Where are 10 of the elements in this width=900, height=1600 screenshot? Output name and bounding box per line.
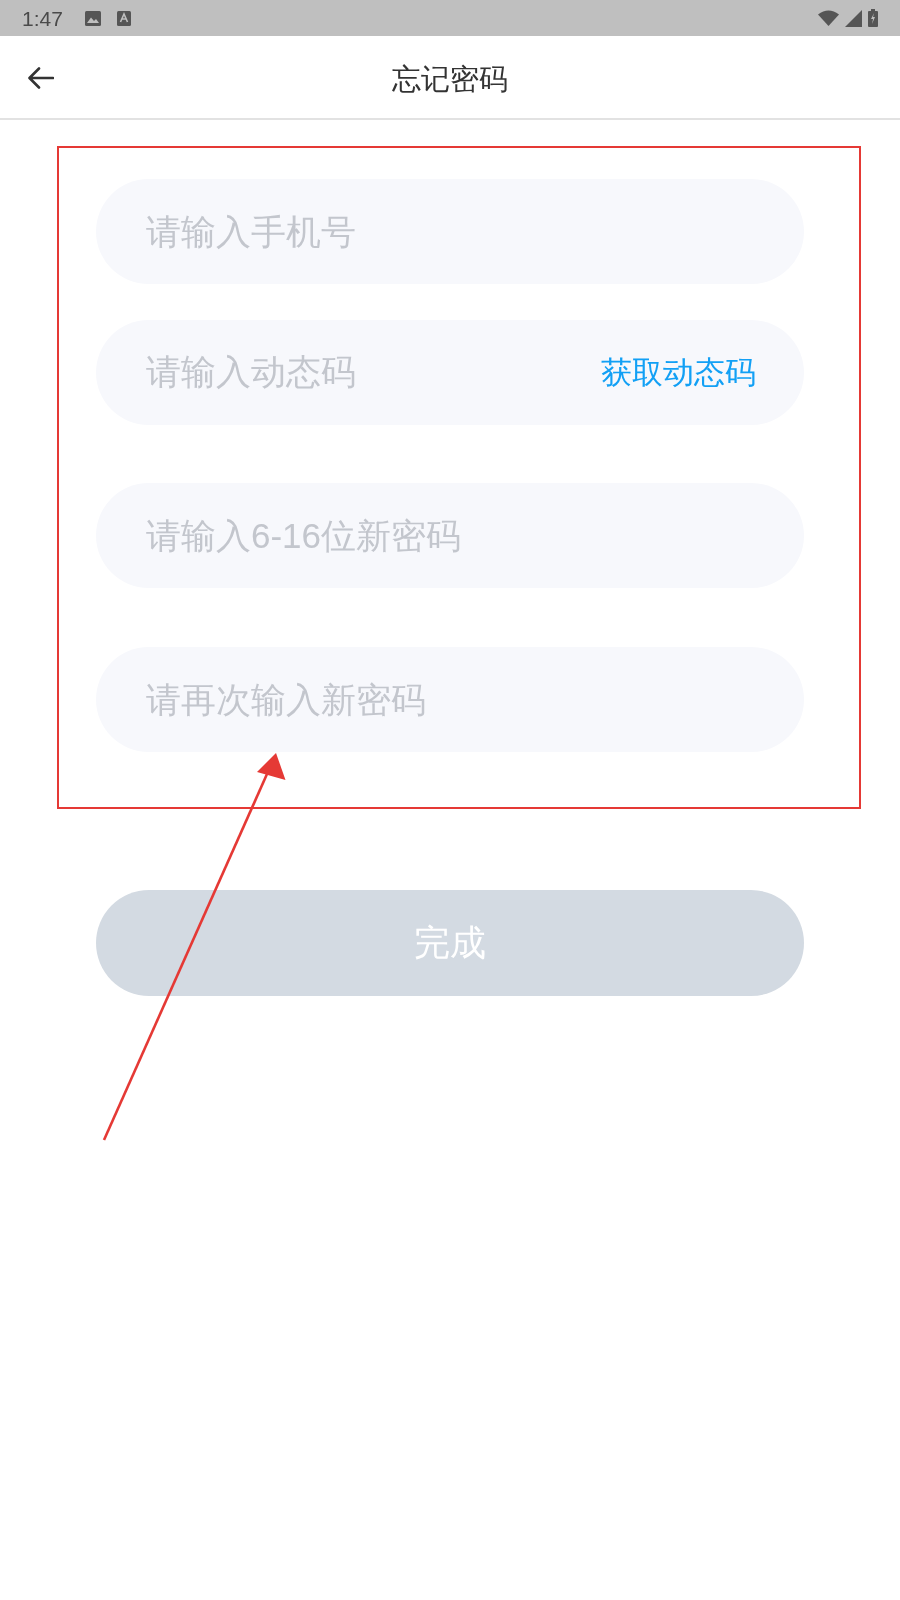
back-button[interactable] <box>26 65 56 91</box>
get-code-button[interactable]: 获取动态码 <box>601 357 756 388</box>
wifi-icon <box>818 10 839 26</box>
page-title: 忘记密码 <box>392 64 508 94</box>
back-arrow-icon <box>28 67 54 89</box>
text-a-icon <box>116 10 131 26</box>
image-icon <box>84 10 101 26</box>
status-time: 1:47 <box>22 7 63 29</box>
signal-icon <box>845 9 862 27</box>
battery-icon <box>868 9 878 27</box>
